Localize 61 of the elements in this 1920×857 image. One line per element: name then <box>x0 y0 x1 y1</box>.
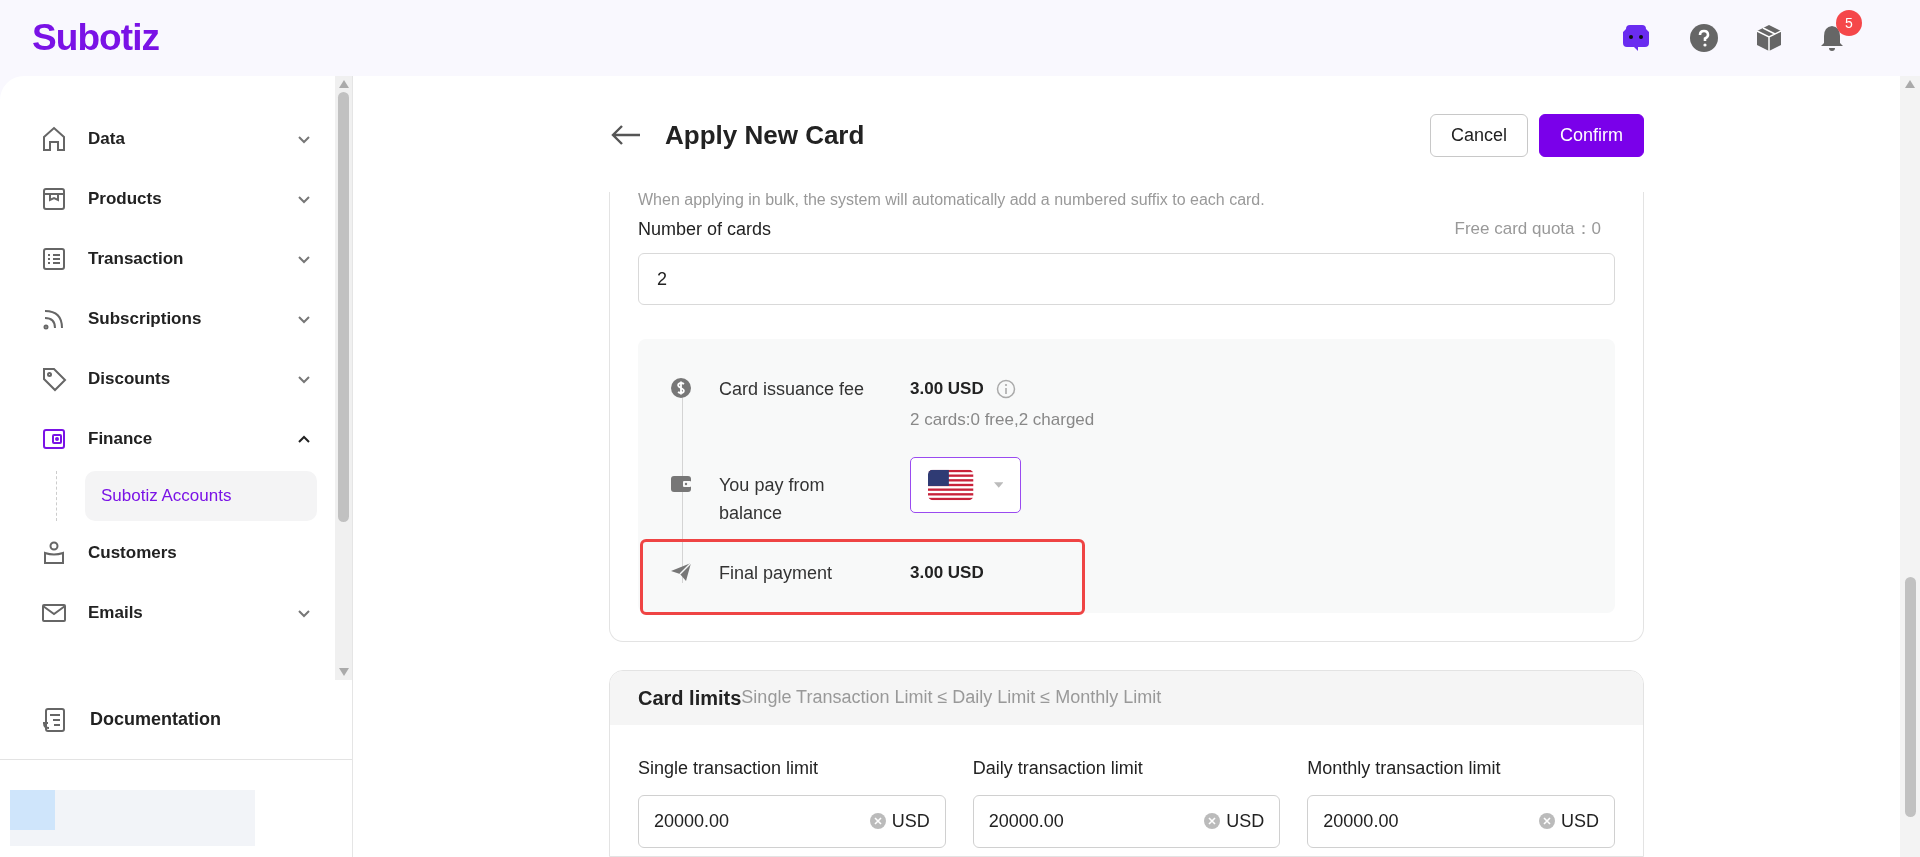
page-scrollbar[interactable] <box>1900 76 1920 857</box>
dropdown-caret-icon <box>993 481 1003 488</box>
unit-text: USD <box>891 809 930 833</box>
flag-icon <box>928 468 974 501</box>
fee-note: 2 cards:0 free,2 charged <box>910 409 1095 431</box>
notification-count: 5 <box>1836 10 1862 36</box>
amount-text: 3.00 USD <box>910 561 984 584</box>
box-icon[interactable] <box>1756 24 1782 52</box>
robot-icon[interactable] <box>1620 23 1652 53</box>
sidebar-item[interactable]: Subscriptions <box>40 289 317 349</box>
sidebar-item[interactable]: Finance <box>40 409 317 469</box>
sidebar-item[interactable]: Customers <box>40 523 317 583</box>
field-label: Monthly transaction limit <box>1307 756 1502 780</box>
input-value: 20000.00 <box>988 809 1065 833</box>
sidebar-item[interactable]: Transaction <box>40 229 317 289</box>
scrollbar-thumb[interactable] <box>1904 577 1916 817</box>
limit-input[interactable]: 20000.00 USD <box>1307 794 1615 848</box>
sidebar-scrollbar[interactable] <box>335 76 352 680</box>
free-quota-text: Free card quota：0 <box>1454 218 1602 240</box>
limit-input[interactable]: 20000.00 USD <box>972 794 1281 848</box>
clear-icon[interactable] <box>1538 813 1555 829</box>
document-icon <box>40 705 68 734</box>
cancel-button[interactable]: Cancel <box>1429 113 1528 157</box>
confirm-button[interactable]: Confirm <box>1539 113 1644 157</box>
notification-bell-icon[interactable] <box>1820 24 1844 52</box>
limit-input[interactable]: 20000.00 USD <box>638 794 946 848</box>
rule-text: Single Transaction Limit ≤ Daily Limit ≤ Monthly Limit <box>741 686 1162 709</box>
unit-text: USD <box>1560 809 1599 833</box>
hint-text: When applying in bulk, the system will automatically add a numbered suffix to each card. <box>638 190 1266 210</box>
currency-dropdown[interactable] <box>910 456 1021 513</box>
logo: Subotiz <box>32 16 160 61</box>
page-title: Apply New Card <box>665 118 865 152</box>
scroll-up-arrow-icon[interactable] <box>1905 80 1915 88</box>
input-value: 20000.00 <box>654 809 731 833</box>
field-label: Single transaction limit <box>638 756 820 780</box>
info-icon[interactable] <box>995 379 1016 399</box>
step-label: Card issuance fee <box>719 378 866 401</box>
sidebar-item[interactable]: Data <box>40 109 317 169</box>
help-icon[interactable] <box>1690 24 1718 52</box>
field-label: Daily transaction limit <box>972 756 1144 780</box>
scrollbar-thumb[interactable] <box>338 92 349 522</box>
step-label: You pay from balance <box>719 473 826 525</box>
scroll-down-arrow-icon[interactable] <box>338 668 349 676</box>
sidebar-item[interactable]: Documentation <box>90 706 221 733</box>
dollar-coin-icon <box>670 377 692 399</box>
sidebar-item[interactable]: Discounts <box>40 349 317 409</box>
number-input[interactable]: 2 <box>638 253 1615 305</box>
clear-icon[interactable] <box>869 813 886 829</box>
sidebar-subitem[interactable]: Subotiz Accounts <box>85 471 317 521</box>
step-label: Final payment <box>719 561 834 585</box>
section-title: Card limits <box>638 685 742 711</box>
paper-plane-icon <box>670 560 692 583</box>
field-label: Number of cards <box>638 218 772 241</box>
amount-text: 3.00 USD <box>910 378 984 400</box>
scroll-up-arrow-icon[interactable] <box>338 80 349 88</box>
unit-text: USD <box>1226 809 1265 833</box>
back-arrow-icon[interactable] <box>611 124 641 146</box>
input-value: 20000.00 <box>1323 809 1400 833</box>
sidebar-item[interactable]: Emails <box>40 583 317 643</box>
clear-icon[interactable] <box>1204 813 1221 829</box>
sidebar-item[interactable]: Products <box>40 169 317 229</box>
